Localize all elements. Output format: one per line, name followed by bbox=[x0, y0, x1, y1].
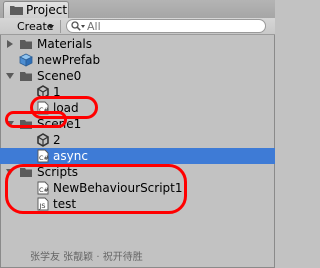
folder-icon bbox=[10, 6, 23, 15]
expand-arrow-icon[interactable] bbox=[7, 40, 13, 48]
unity-scene-icon bbox=[37, 85, 49, 99]
javascript-file-icon: JS bbox=[37, 197, 49, 211]
tree-item-async[interactable]: C# async bbox=[0, 148, 275, 164]
tree-item-newbehaviourscript1[interactable]: C# NewBehaviourScript1 bbox=[0, 180, 275, 196]
folder-icon bbox=[20, 120, 32, 129]
csharp-script-icon: C# bbox=[37, 101, 49, 115]
unity-scene-icon bbox=[37, 133, 49, 147]
tree-item-label: 2 bbox=[53, 133, 61, 147]
asset-tree: Materials newPrefab Scene0 1 C# load Sce… bbox=[0, 35, 275, 268]
search-input[interactable] bbox=[87, 20, 257, 32]
svg-text:C#: C# bbox=[39, 154, 49, 162]
watermark-text: 张学友 张靓颖 · 祝开待胜 bbox=[30, 252, 143, 263]
collapse-arrow-icon[interactable] bbox=[6, 169, 14, 175]
create-button[interactable]: Create bbox=[4, 19, 54, 33]
tab-bar: Project bbox=[0, 0, 275, 19]
tree-item-scene0[interactable]: Scene0 bbox=[0, 68, 275, 84]
search-filter-arrow-icon[interactable] bbox=[81, 25, 85, 28]
csharp-script-icon: C# bbox=[37, 149, 49, 163]
toolbar-divider bbox=[60, 20, 61, 33]
svg-text:C#: C# bbox=[39, 106, 49, 114]
tree-item-label: Scripts bbox=[37, 165, 79, 179]
collapse-arrow-icon[interactable] bbox=[6, 73, 14, 79]
tree-item-scripts[interactable]: Scripts bbox=[0, 164, 275, 180]
folder-icon bbox=[20, 40, 32, 49]
svg-text:JS: JS bbox=[39, 202, 46, 210]
tree-item-label: Materials bbox=[37, 37, 93, 51]
svg-text:C#: C# bbox=[39, 186, 49, 194]
tree-item-load[interactable]: C# load bbox=[0, 100, 275, 116]
collapse-arrow-icon[interactable] bbox=[6, 121, 14, 127]
search-field[interactable] bbox=[66, 19, 266, 33]
tree-item-label: test bbox=[53, 197, 77, 211]
tree-item-materials[interactable]: Materials bbox=[0, 36, 275, 52]
tree-item-label: load bbox=[53, 101, 79, 115]
csharp-script-icon: C# bbox=[37, 181, 49, 195]
tree-item-label: Scene0 bbox=[37, 69, 82, 83]
tab-project[interactable]: Project bbox=[3, 1, 69, 18]
tree-item-newprefab[interactable]: newPrefab bbox=[0, 52, 275, 68]
search-icon bbox=[71, 21, 81, 31]
folder-icon bbox=[20, 72, 32, 81]
tree-item-label: Scene1 bbox=[37, 117, 82, 131]
tree-item-scene0-1[interactable]: 1 bbox=[0, 84, 275, 100]
tree-item-label: NewBehaviourScript1 bbox=[53, 181, 183, 195]
folder-icon bbox=[20, 168, 32, 177]
prefab-cube-icon bbox=[19, 53, 33, 67]
tree-item-label: async bbox=[53, 149, 88, 163]
tab-label: Project bbox=[26, 3, 68, 17]
toolbar: Create bbox=[0, 18, 275, 35]
tree-item-scene1-2[interactable]: 2 bbox=[0, 132, 275, 148]
tree-item-label: newPrefab bbox=[37, 53, 101, 67]
tree-item-scene1[interactable]: Scene1 bbox=[0, 116, 275, 132]
dropdown-arrow-icon bbox=[48, 25, 54, 29]
tree-item-test[interactable]: JS test bbox=[0, 196, 275, 212]
tree-item-label: 1 bbox=[53, 85, 61, 99]
